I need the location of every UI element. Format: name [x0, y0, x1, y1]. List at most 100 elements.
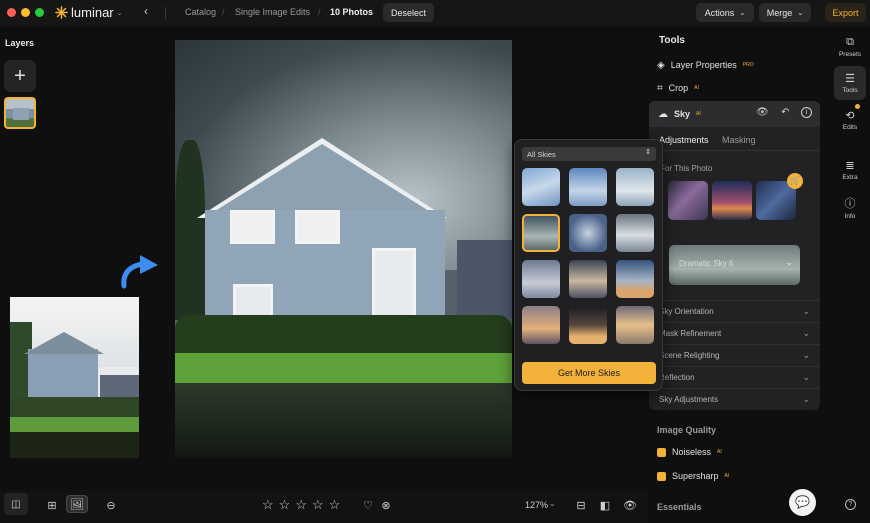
tools-title: Tools [659, 35, 685, 46]
section-sky-adjustments[interactable]: Sky Adjustments ⌄ [649, 388, 820, 410]
section-label: Scene Relighting [659, 351, 720, 360]
noiseless-tool[interactable]: Noiseless AI [657, 444, 722, 460]
star-icon[interactable]: ☆ [329, 497, 341, 513]
single-view-button[interactable]: 🖼 [66, 495, 88, 513]
back-arrow-icon[interactable]: ‹ [144, 4, 148, 18]
tab-masking[interactable]: Masking [722, 135, 756, 145]
section-label: Reflection [659, 373, 695, 382]
chat-support-icon[interactable]: 💬 [789, 489, 816, 516]
side-nav-info[interactable]: ⓘ Info [834, 190, 866, 224]
main-photo [175, 40, 512, 458]
side-nav-presets[interactable]: ⧉ Presets [834, 30, 866, 64]
breadcrumb-single-image-edits[interactable]: Single Image Edits [235, 7, 310, 17]
window-upper-left [230, 210, 275, 244]
supersharp-tool[interactable]: Supersharp AI [657, 468, 729, 484]
grid-view-button[interactable]: ⊞ [41, 496, 63, 514]
lawn [175, 353, 512, 383]
section-mask-refinement[interactable]: Mask Refinement ⌄ [649, 322, 820, 344]
rating-stars[interactable]: ☆ ☆ ☆ ☆ ☆ [262, 497, 340, 513]
side-nav-label: Tools [842, 87, 858, 94]
selected-sky-dropdown[interactable]: Dramatic Sky 6 ⌄ [669, 245, 800, 285]
noiseless-icon [657, 447, 666, 457]
chevron-updown-icon: ⇕ [645, 149, 651, 156]
sky-thumb[interactable] [569, 214, 607, 252]
star-icon[interactable]: ☆ [295, 497, 307, 513]
remove-button[interactable]: ⊖ [100, 496, 122, 514]
chevron-down-icon: ⌄ [116, 9, 123, 17]
side-nav-tools[interactable]: ☰ Tools [834, 66, 866, 100]
side-nav-extra[interactable]: ≣ Extra [834, 153, 866, 187]
get-more-skies-button[interactable]: Get More Skies [522, 362, 656, 384]
section-label: Mask Refinement [659, 329, 722, 338]
info-icon[interactable]: i [801, 107, 812, 118]
filmstrip-button[interactable]: ⊟ [570, 496, 592, 514]
minimize-window-button[interactable] [21, 8, 30, 17]
minus-circle-icon: ⊖ [106, 499, 116, 512]
section-reflection[interactable]: Reflection ⌄ [649, 366, 820, 388]
sky-thumb[interactable] [569, 168, 607, 206]
sky-thumb[interactable] [522, 260, 560, 298]
ai-badge: AI [717, 449, 722, 455]
side-nav-edits[interactable]: ⟲ Edits [834, 103, 866, 137]
star-icon[interactable]: ☆ [262, 497, 274, 513]
sky-suggestion-milkyway[interactable] [668, 181, 708, 220]
sidebar-icon: ◫ [11, 498, 21, 510]
export-button[interactable]: Export [825, 3, 866, 22]
zoom-window-button[interactable] [35, 8, 44, 17]
reject-circle-icon: ⊗ [381, 499, 391, 512]
breadcrumb-10-photos[interactable]: 10 Photos [330, 7, 373, 17]
chevron-down-icon: ⌄ [802, 394, 810, 404]
zoom-level[interactable]: 127% [525, 500, 548, 510]
sky-thumb[interactable] [522, 306, 560, 344]
preview-button[interactable]: 👁 [619, 496, 641, 514]
sky-thumb[interactable] [616, 168, 654, 206]
get-more-skies-label: Get More Skies [557, 368, 621, 378]
visibility-eye-icon[interactable]: 👁 [756, 107, 769, 118]
toggle-sidebar-button[interactable]: ◫ [4, 493, 28, 515]
edits-indicator-dot [855, 104, 860, 109]
star-icon[interactable]: ☆ [312, 497, 324, 513]
reject-button[interactable]: ⊗ [375, 496, 397, 514]
actions-button[interactable]: Actions ⌄ [696, 3, 754, 22]
layer-thumbnail[interactable] [4, 97, 36, 129]
sky-thumb[interactable] [616, 306, 654, 344]
compare-icon: ◧ [599, 499, 611, 512]
sky-filter-select[interactable]: All Skies ⇕ [522, 147, 656, 161]
sky-thumb[interactable] [616, 260, 654, 298]
grid-icon: ⊞ [47, 499, 57, 512]
reset-icon[interactable]: ↶ [781, 107, 789, 118]
chevron-down-icon[interactable]: ⌄ [549, 499, 556, 508]
house-body [28, 349, 98, 401]
section-sky-orientation[interactable]: Sky Orientation ⌄ [649, 300, 820, 322]
star-icon[interactable]: ☆ [279, 497, 291, 513]
sky-thumb[interactable] [569, 306, 607, 344]
merge-button[interactable]: Merge ⌄ [759, 3, 811, 22]
sky-thumb[interactable] [569, 260, 607, 298]
compare-button[interactable]: ◧ [594, 496, 616, 514]
luminar-logo-icon [55, 6, 68, 19]
crop-tool[interactable]: ⌗ Crop AI [657, 80, 699, 96]
export-label: Export [832, 7, 859, 18]
image-icon: 🖼 [70, 498, 84, 511]
breadcrumb-catalog[interactable]: Catalog [185, 7, 216, 17]
section-label: Sky Orientation [659, 307, 714, 316]
add-layer-button[interactable]: + [4, 60, 36, 92]
section-scene-relighting[interactable]: Scene Relighting ⌄ [649, 344, 820, 366]
for-this-photo-label: For This Photo [660, 164, 713, 173]
layer-properties-tool[interactable]: ◈ Layer Properties PRO [657, 57, 754, 73]
side-nav-label: Info [844, 212, 856, 220]
deselect-button[interactable]: Deselect [383, 3, 434, 22]
lawn [10, 417, 139, 432]
tab-adjustments[interactable]: Adjustments [659, 135, 709, 145]
sky-thumb-selected[interactable] [522, 214, 560, 252]
house-roof [197, 138, 447, 218]
sky-thumb[interactable] [522, 168, 560, 206]
close-window-button[interactable] [7, 8, 16, 17]
help-icon[interactable]: ? [845, 499, 856, 510]
cloud-icon: ☁ [658, 108, 668, 120]
cart-icon[interactable]: 🛒 [787, 173, 803, 189]
app-menu[interactable]: luminar ⌄ [55, 5, 123, 20]
sky-thumb[interactable] [616, 214, 654, 252]
sky-suggestion-sunset[interactable] [712, 181, 752, 220]
divider [649, 150, 820, 151]
